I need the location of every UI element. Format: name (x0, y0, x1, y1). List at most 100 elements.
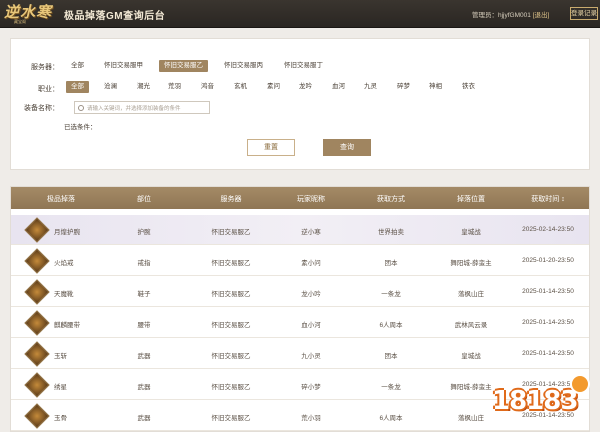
item-name: 玉斩 (54, 353, 67, 360)
table-cell: 腰带 (137, 322, 151, 329)
game-logo: 逆水寒 藏宝阁 (4, 1, 54, 27)
equip-label: 装备名称： (24, 105, 59, 112)
mascot-icon (570, 374, 590, 394)
class-option[interactable]: 神相 (424, 81, 447, 93)
table-cell: 皇城战 (461, 353, 481, 360)
column-header: 部位 (137, 196, 151, 203)
class-option[interactable]: 玄机 (229, 81, 252, 93)
server-option[interactable]: 全部 (66, 60, 89, 72)
class-option[interactable]: 沧澜 (99, 81, 122, 93)
table-cell: 2025-01-20-23:50 (522, 257, 574, 264)
selected-conditions: 已选条件： (64, 124, 97, 131)
item-icon (24, 248, 50, 274)
sort-time-header[interactable]: 获取时间 ↕ (513, 194, 583, 204)
table-cell: 6人周本 (379, 415, 403, 422)
server-option[interactable]: 怀旧交易服丁 (279, 60, 328, 72)
top-bar: 逆水寒 藏宝阁 极品掉落GM查询后台 管理员：hjjyfGM001 [退出] 登… (0, 0, 600, 28)
column-header: 服务器 (220, 196, 242, 203)
table-cell: 一条龙 (381, 291, 401, 298)
table-row[interactable]: 月煌护腕 护腕 怀旧交易服乙 逆小寒 世界拍卖 皇城战 2025-02-14-23:50 (11, 215, 589, 245)
page-title: 极品掉落GM查询后台 (64, 11, 166, 22)
table-cell: 武器 (137, 415, 151, 422)
item-icon (24, 279, 50, 305)
table-cell: 碎小梦 (301, 384, 321, 391)
watermark-text: 18183 (492, 386, 578, 416)
table-cell: 护腕 (137, 229, 151, 236)
table-cell: 怀旧交易服乙 (211, 291, 251, 298)
item-icon (24, 403, 50, 429)
table-cell: 落枫山庄 (458, 291, 484, 298)
item-name: 玉骨 (54, 415, 67, 422)
table-row[interactable]: 麒麟腰带 腰带 怀旧交易服乙 血小河 6人周本 武林风云录 2025-01-14-23:50 (11, 308, 589, 338)
table-cell: 舞阳城-薛蛮主 (450, 260, 492, 267)
table-cell: 怀旧交易服乙 (211, 229, 251, 236)
table-cell: 2025-02-14-23:50 (522, 226, 574, 233)
table-cell: 武器 (137, 353, 151, 360)
class-option[interactable]: 血河 (327, 81, 350, 93)
table-cell: 怀旧交易服乙 (211, 353, 251, 360)
table-cell: 鞋子 (137, 291, 151, 298)
class-option[interactable]: 鸿音 (196, 81, 219, 93)
item-name: 月煌护腕 (54, 229, 80, 236)
table-cell: 龙小吟 (301, 291, 321, 298)
column-header: 掉落位置 (457, 196, 485, 203)
table-cell: 团本 (384, 353, 398, 360)
table-cell: 怀旧交易服乙 (211, 415, 251, 422)
item-name: 天魔靴 (54, 291, 74, 298)
class-option[interactable]: 碎梦 (392, 81, 415, 93)
table-cell: 2025-01-14-23:50 (522, 350, 574, 357)
item-icon (24, 341, 50, 367)
table-cell: 怀旧交易服乙 (211, 322, 251, 329)
table-cell: 武器 (137, 384, 151, 391)
equip-search-input[interactable]: 请输入关键词，并选择添加装备的条件 (74, 101, 210, 114)
table-header: 极品掉落 部位 服务器 玩家昵称 获取方式 掉落位置 获取时间 ↕ (11, 187, 589, 209)
table-cell: 世界拍卖 (378, 229, 404, 236)
item-name: 绣星 (54, 384, 67, 391)
class-option[interactable]: 全部 (66, 81, 89, 93)
table-cell: 一条龙 (381, 384, 401, 391)
query-button[interactable]: 查询 (323, 139, 371, 156)
class-option[interactable]: 潮光 (132, 81, 155, 93)
table-cell: 2025-01-14-23:50 (522, 319, 574, 326)
class-label: 职业： (38, 86, 59, 93)
table-cell: 皇城战 (461, 229, 481, 236)
server-label: 服务器： (31, 64, 59, 71)
class-option[interactable]: 素问 (262, 81, 285, 93)
table-cell: 团本 (384, 260, 398, 267)
table-cell: 2025-01-14-23:50 (522, 288, 574, 295)
table-row[interactable]: 玉斩 武器 怀旧交易服乙 九小灵 团本 皇城战 2025-01-14-23:50 (11, 339, 589, 369)
table-cell: 素小问 (301, 260, 321, 267)
admin-name: 管理员：hjjyfGM001 (472, 12, 531, 19)
table-row[interactable]: 火焰戒 戒指 怀旧交易服乙 素小问 团本 舞阳城-薛蛮主 2025-01-20-23:50 (11, 246, 589, 276)
logo-subtext: 藏宝阁 (14, 19, 26, 24)
table-cell: 怀旧交易服乙 (211, 384, 251, 391)
item-name: 火焰戒 (54, 260, 74, 267)
table-cell: 6人周本 (379, 322, 403, 329)
class-option[interactable]: 龙吟 (294, 81, 317, 93)
column-header: 玩家昵称 (297, 196, 325, 203)
column-header: 获取方式 (377, 196, 405, 203)
server-option[interactable]: 怀旧交易服甲 (99, 60, 148, 72)
server-option[interactable]: 怀旧交易服乙 (159, 60, 208, 72)
table-cell: 九小灵 (301, 353, 321, 360)
logo-text: 逆水寒 (4, 3, 53, 21)
server-option[interactable]: 怀旧交易服丙 (219, 60, 268, 72)
table-cell: 怀旧交易服乙 (211, 260, 251, 267)
class-option[interactable]: 铁衣 (457, 81, 480, 93)
column-header: 极品掉落 (47, 196, 75, 203)
table-cell: 荒小羽 (301, 415, 321, 422)
table-row[interactable]: 天魔靴 鞋子 怀旧交易服乙 龙小吟 一条龙 落枫山庄 2025-01-14-23:50 (11, 277, 589, 307)
class-option[interactable]: 荒羽 (163, 81, 186, 93)
item-icon (24, 372, 50, 398)
table-cell: 逆小寒 (301, 229, 321, 236)
reset-button[interactable]: 重置 (247, 139, 295, 156)
login-log-button[interactable]: 登录记录 (570, 7, 598, 20)
table-cell: 血小河 (301, 322, 321, 329)
class-option[interactable]: 九灵 (359, 81, 382, 93)
watermark-logo: 18183 (478, 374, 596, 428)
table-cell: 武林风云录 (454, 322, 488, 329)
logout-link[interactable]: [退出] (533, 12, 550, 19)
item-name: 麒麟腰带 (54, 322, 80, 329)
table-cell: 戒指 (137, 260, 151, 267)
item-icon (24, 310, 50, 336)
